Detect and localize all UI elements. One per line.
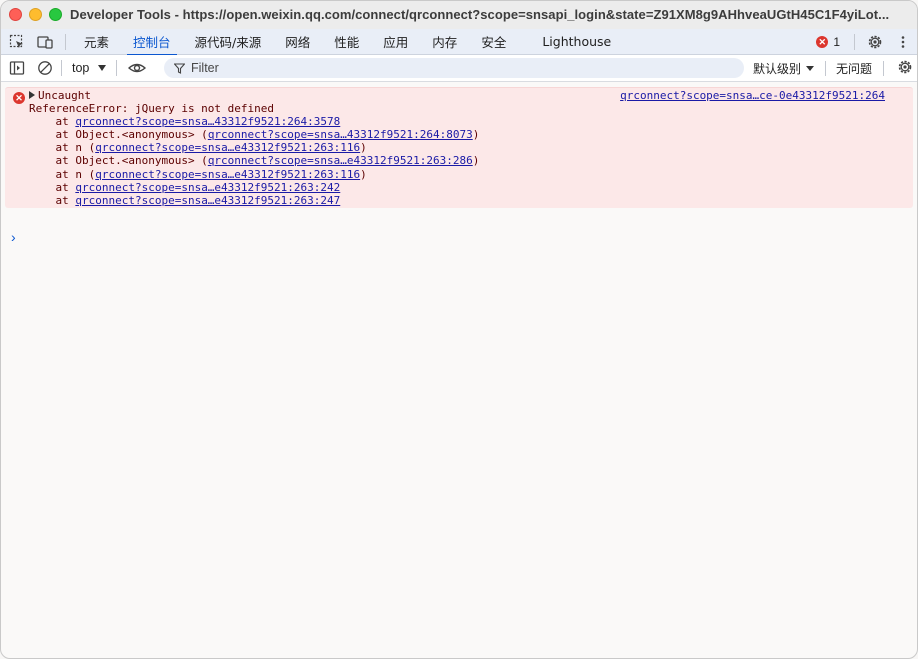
tab-3[interactable]: 网络 xyxy=(273,29,322,55)
tab-8[interactable]: Lighthouse xyxy=(530,29,623,55)
stack-frame-link[interactable]: qrconnect?scope=snsa…e43312f9521:263:286 xyxy=(208,154,473,167)
log-levels-dropdown[interactable]: 默认级别 xyxy=(753,55,815,82)
stack-frame-link[interactable]: qrconnect?scope=snsa…e43312f9521:263:242 xyxy=(75,181,340,194)
error-icon: ✕ xyxy=(816,36,829,48)
stack-frame-prefix: at xyxy=(29,193,76,207)
error-count-badge[interactable]: ✕ 1 xyxy=(808,35,848,49)
stack-frame: at qrconnect?scope=snsa…e43312f9521:263:… xyxy=(29,181,479,194)
stack-frame-suffix: ) xyxy=(472,128,480,142)
error-count: 1 xyxy=(833,35,840,49)
chevron-down-icon xyxy=(98,65,107,71)
more-options-icon[interactable] xyxy=(889,29,917,55)
zoom-window-button[interactable] xyxy=(49,8,62,21)
stack-frame-link[interactable]: qrconnect?scope=snsa…43312f9521:264:8073 xyxy=(208,128,473,141)
filter-input[interactable] xyxy=(191,61,711,75)
stack-frame: at n (qrconnect?scope=snsa…e43312f9521:2… xyxy=(29,141,479,154)
stack-frame: at qrconnect?scope=snsa…43312f9521:264:3… xyxy=(29,115,479,128)
stack-frame-link[interactable]: qrconnect?scope=snsa…e43312f9521:263:116 xyxy=(95,168,360,181)
stack-frame-link[interactable]: qrconnect?scope=snsa…43312f9521:264:3578 xyxy=(75,115,340,128)
minimize-window-button[interactable] xyxy=(29,8,42,21)
console-error-message: ✕ Uncaught ReferenceError: jQuery is not… xyxy=(5,87,913,208)
stack-frame: at n (qrconnect?scope=snsa…e43312f9521:2… xyxy=(29,168,479,181)
stack-frame-suffix: ) xyxy=(472,154,480,168)
issues-label: 无问题 xyxy=(836,62,873,76)
tab-5[interactable]: 应用 xyxy=(371,29,420,55)
tab-4[interactable]: 性能 xyxy=(322,29,371,55)
issues-button[interactable]: 无问题 xyxy=(836,55,872,82)
error-header[interactable]: Uncaught xyxy=(29,89,479,102)
device-toolbar-icon[interactable] xyxy=(31,29,59,55)
panel-tab-bar: 元素 控制台 源代码/来源 网络 性能 应用 内存 安全 Lighthouse ✕ 1 xyxy=(1,29,917,56)
filter-icon xyxy=(174,62,185,74)
error-message: ReferenceError: jQuery is not defined xyxy=(29,102,275,116)
tab-6[interactable]: 内存 xyxy=(420,29,469,55)
stack-frame-prefix: at xyxy=(29,115,76,129)
console-settings-gear-icon[interactable] xyxy=(897,59,913,80)
stack-frame-prefix: at n ( xyxy=(29,167,96,181)
stack-frame: at qrconnect?scope=snsa…e43312f9521:263:… xyxy=(29,194,479,207)
devtools-window: Developer Tools - https://open.weixin.qq… xyxy=(0,0,918,659)
title-bar: Developer Tools - https://open.weixin.qq… xyxy=(1,1,917,29)
expand-triangle-icon[interactable] xyxy=(29,91,35,99)
settings-gear-icon[interactable] xyxy=(861,29,889,55)
tab-0[interactable]: 元素 xyxy=(72,29,121,55)
context-selector[interactable]: top xyxy=(64,61,114,75)
window-title: Developer Tools - https://open.weixin.qq… xyxy=(70,7,890,22)
tab-2[interactable]: 源代码/来源 xyxy=(183,29,274,55)
live-expression-eye-icon[interactable] xyxy=(123,55,151,81)
close-window-button[interactable] xyxy=(9,8,22,21)
stack-frame-link[interactable]: qrconnect?scope=snsa…e43312f9521:263:247 xyxy=(75,194,340,207)
stack-frame: at Object.<anonymous> (qrconnect?scope=s… xyxy=(29,154,479,167)
stack-frame-prefix: at n ( xyxy=(29,141,96,155)
stack-frame-suffix: ) xyxy=(360,167,367,181)
chevron-down-icon xyxy=(806,66,815,71)
console-toolbar: top 默认级别 无问题 xyxy=(1,55,917,82)
stack-frame-suffix: ) xyxy=(360,141,367,155)
stack-frame-prefix: at xyxy=(29,180,76,194)
stack-frame-prefix: at Object.<anonymous> ( xyxy=(29,154,208,168)
stack-frame-link[interactable]: qrconnect?scope=snsa…e43312f9521:263:116 xyxy=(95,141,360,154)
inspect-element-icon[interactable] xyxy=(3,29,31,55)
stack-frame-prefix: at Object.<anonymous> ( xyxy=(29,128,208,142)
stack-frame: at Object.<anonymous> (qrconnect?scope=s… xyxy=(29,128,479,141)
sidebar-toggle-icon[interactable] xyxy=(3,55,31,81)
context-label: top xyxy=(72,61,90,75)
error-icon: ✕ xyxy=(13,92,25,104)
console-output: ✕ Uncaught ReferenceError: jQuery is not… xyxy=(1,87,917,245)
error-source-link[interactable]: qrconnect?scope=snsa…ce-0e43312f9521:264 xyxy=(620,89,885,102)
console-prompt[interactable]: › xyxy=(11,229,16,245)
log-levels-label: 默认级别 xyxy=(753,62,802,76)
tab-1[interactable]: 控制台 xyxy=(121,29,183,56)
filter-box[interactable] xyxy=(164,58,744,78)
tab-7[interactable]: 安全 xyxy=(469,29,518,55)
clear-console-icon[interactable] xyxy=(31,55,59,81)
